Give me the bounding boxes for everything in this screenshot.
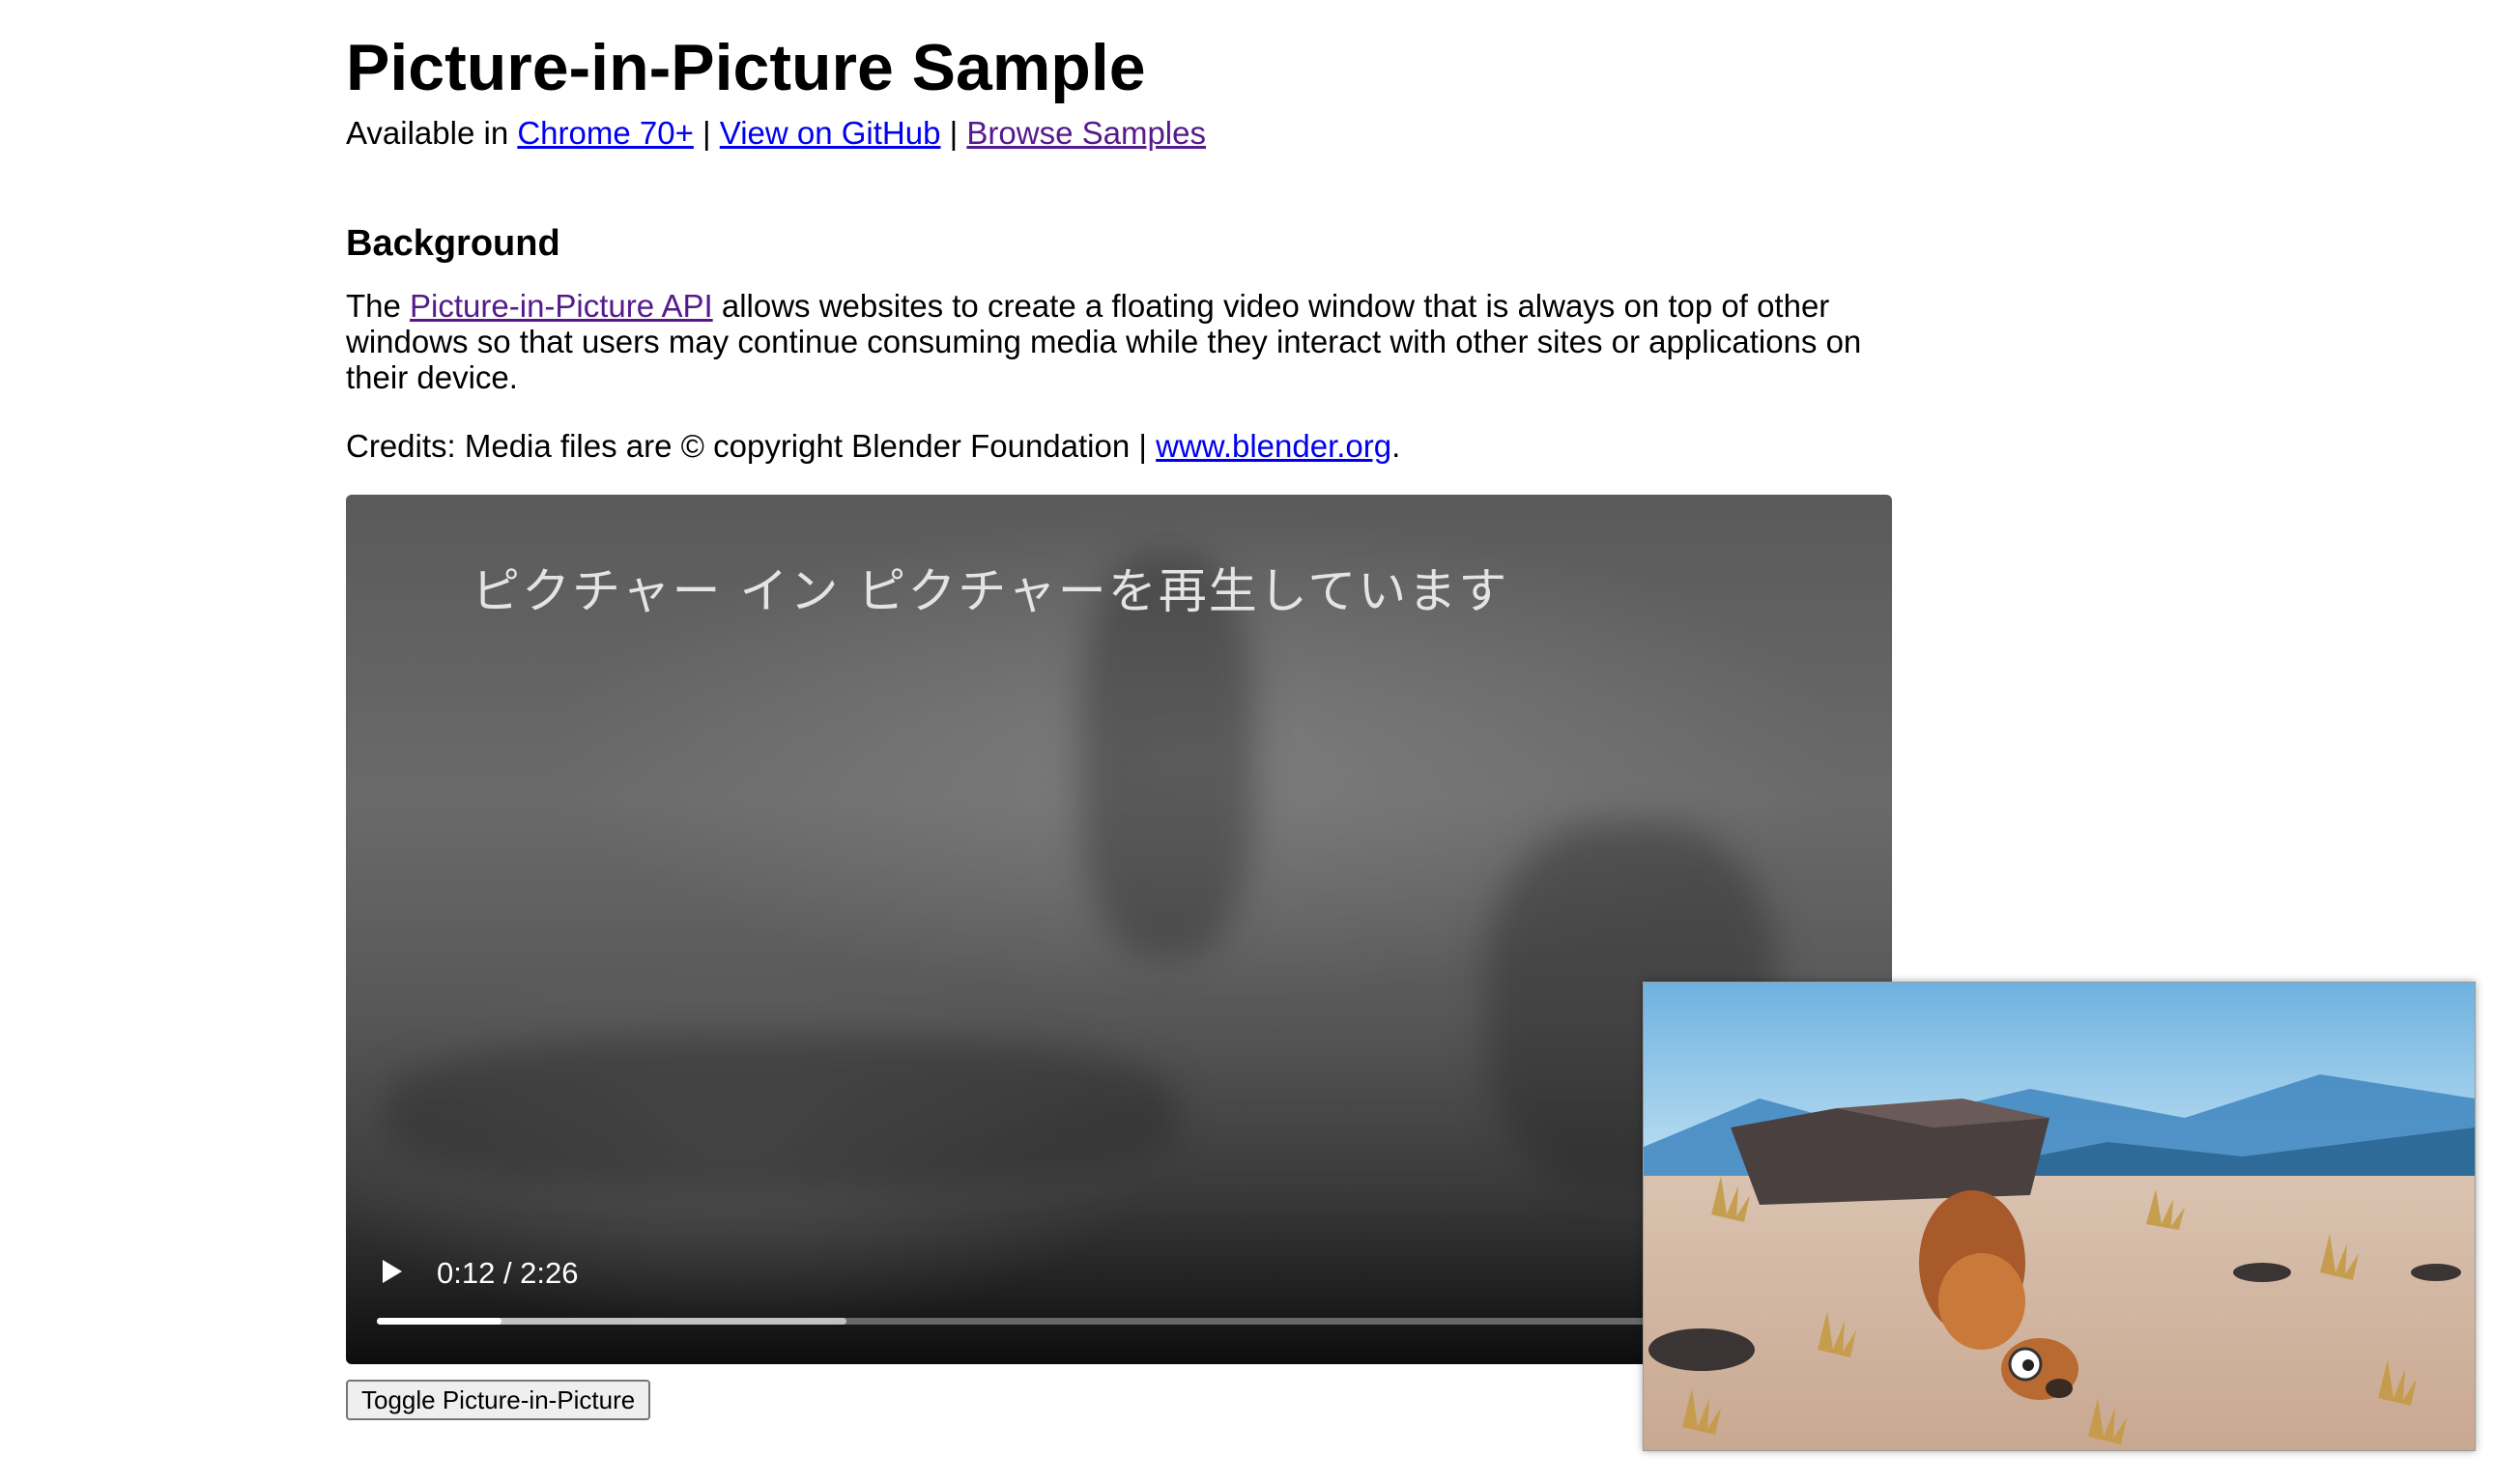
- github-link[interactable]: View on GitHub: [720, 115, 941, 151]
- play-icon: [383, 1260, 402, 1283]
- credits-suffix: .: [1391, 428, 1401, 464]
- separator: |: [940, 115, 967, 151]
- pip-window[interactable]: [1643, 982, 2476, 1451]
- time-display: 0:12 / 2:26: [437, 1256, 579, 1290]
- pip-playing-message: ピクチャー イン ピクチャーを再生しています: [472, 563, 1509, 619]
- description-prefix: The: [346, 288, 411, 324]
- blender-link[interactable]: www.blender.org: [1156, 428, 1391, 464]
- play-button[interactable]: [373, 1252, 412, 1291]
- background-heading: Background: [346, 223, 560, 264]
- page-title: Picture-in-Picture Sample: [346, 31, 1146, 104]
- pip-video-frame: [1644, 983, 2475, 1450]
- credits-prefix: Credits: Media files are © copyright Ble…: [346, 428, 1157, 464]
- availability-prefix: Available in: [346, 115, 518, 151]
- separator: |: [693, 115, 720, 151]
- played-range: [377, 1318, 501, 1325]
- browse-samples-link[interactable]: Browse Samples: [966, 115, 1206, 151]
- toggle-pip-button[interactable]: Toggle Picture-in-Picture: [346, 1380, 651, 1420]
- pip-api-link[interactable]: Picture-in-Picture API: [410, 288, 713, 324]
- background-description: The Picture-in-Picture API allows websit…: [346, 288, 1892, 395]
- credits-line: Credits: Media files are © copyright Ble…: [346, 427, 1400, 466]
- availability-line: Available in Chrome 70+ | View on GitHub…: [346, 112, 1206, 155]
- chrome-version-link[interactable]: Chrome 70+: [517, 115, 694, 151]
- video-frame-shape: [385, 1036, 1177, 1190]
